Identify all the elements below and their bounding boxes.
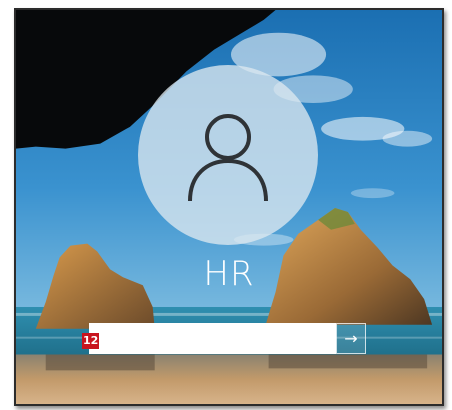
- password-input[interactable]: [89, 323, 336, 354]
- user-icon: [188, 114, 268, 202]
- password-row: →: [89, 323, 366, 354]
- user-avatar: [138, 65, 318, 245]
- submit-button[interactable]: →: [336, 323, 366, 354]
- user-name: HR: [203, 254, 255, 294]
- lock-screen: HR → 12: [14, 8, 444, 406]
- arrow-right-icon: →: [344, 329, 358, 348]
- step-badge: 12: [82, 333, 100, 349]
